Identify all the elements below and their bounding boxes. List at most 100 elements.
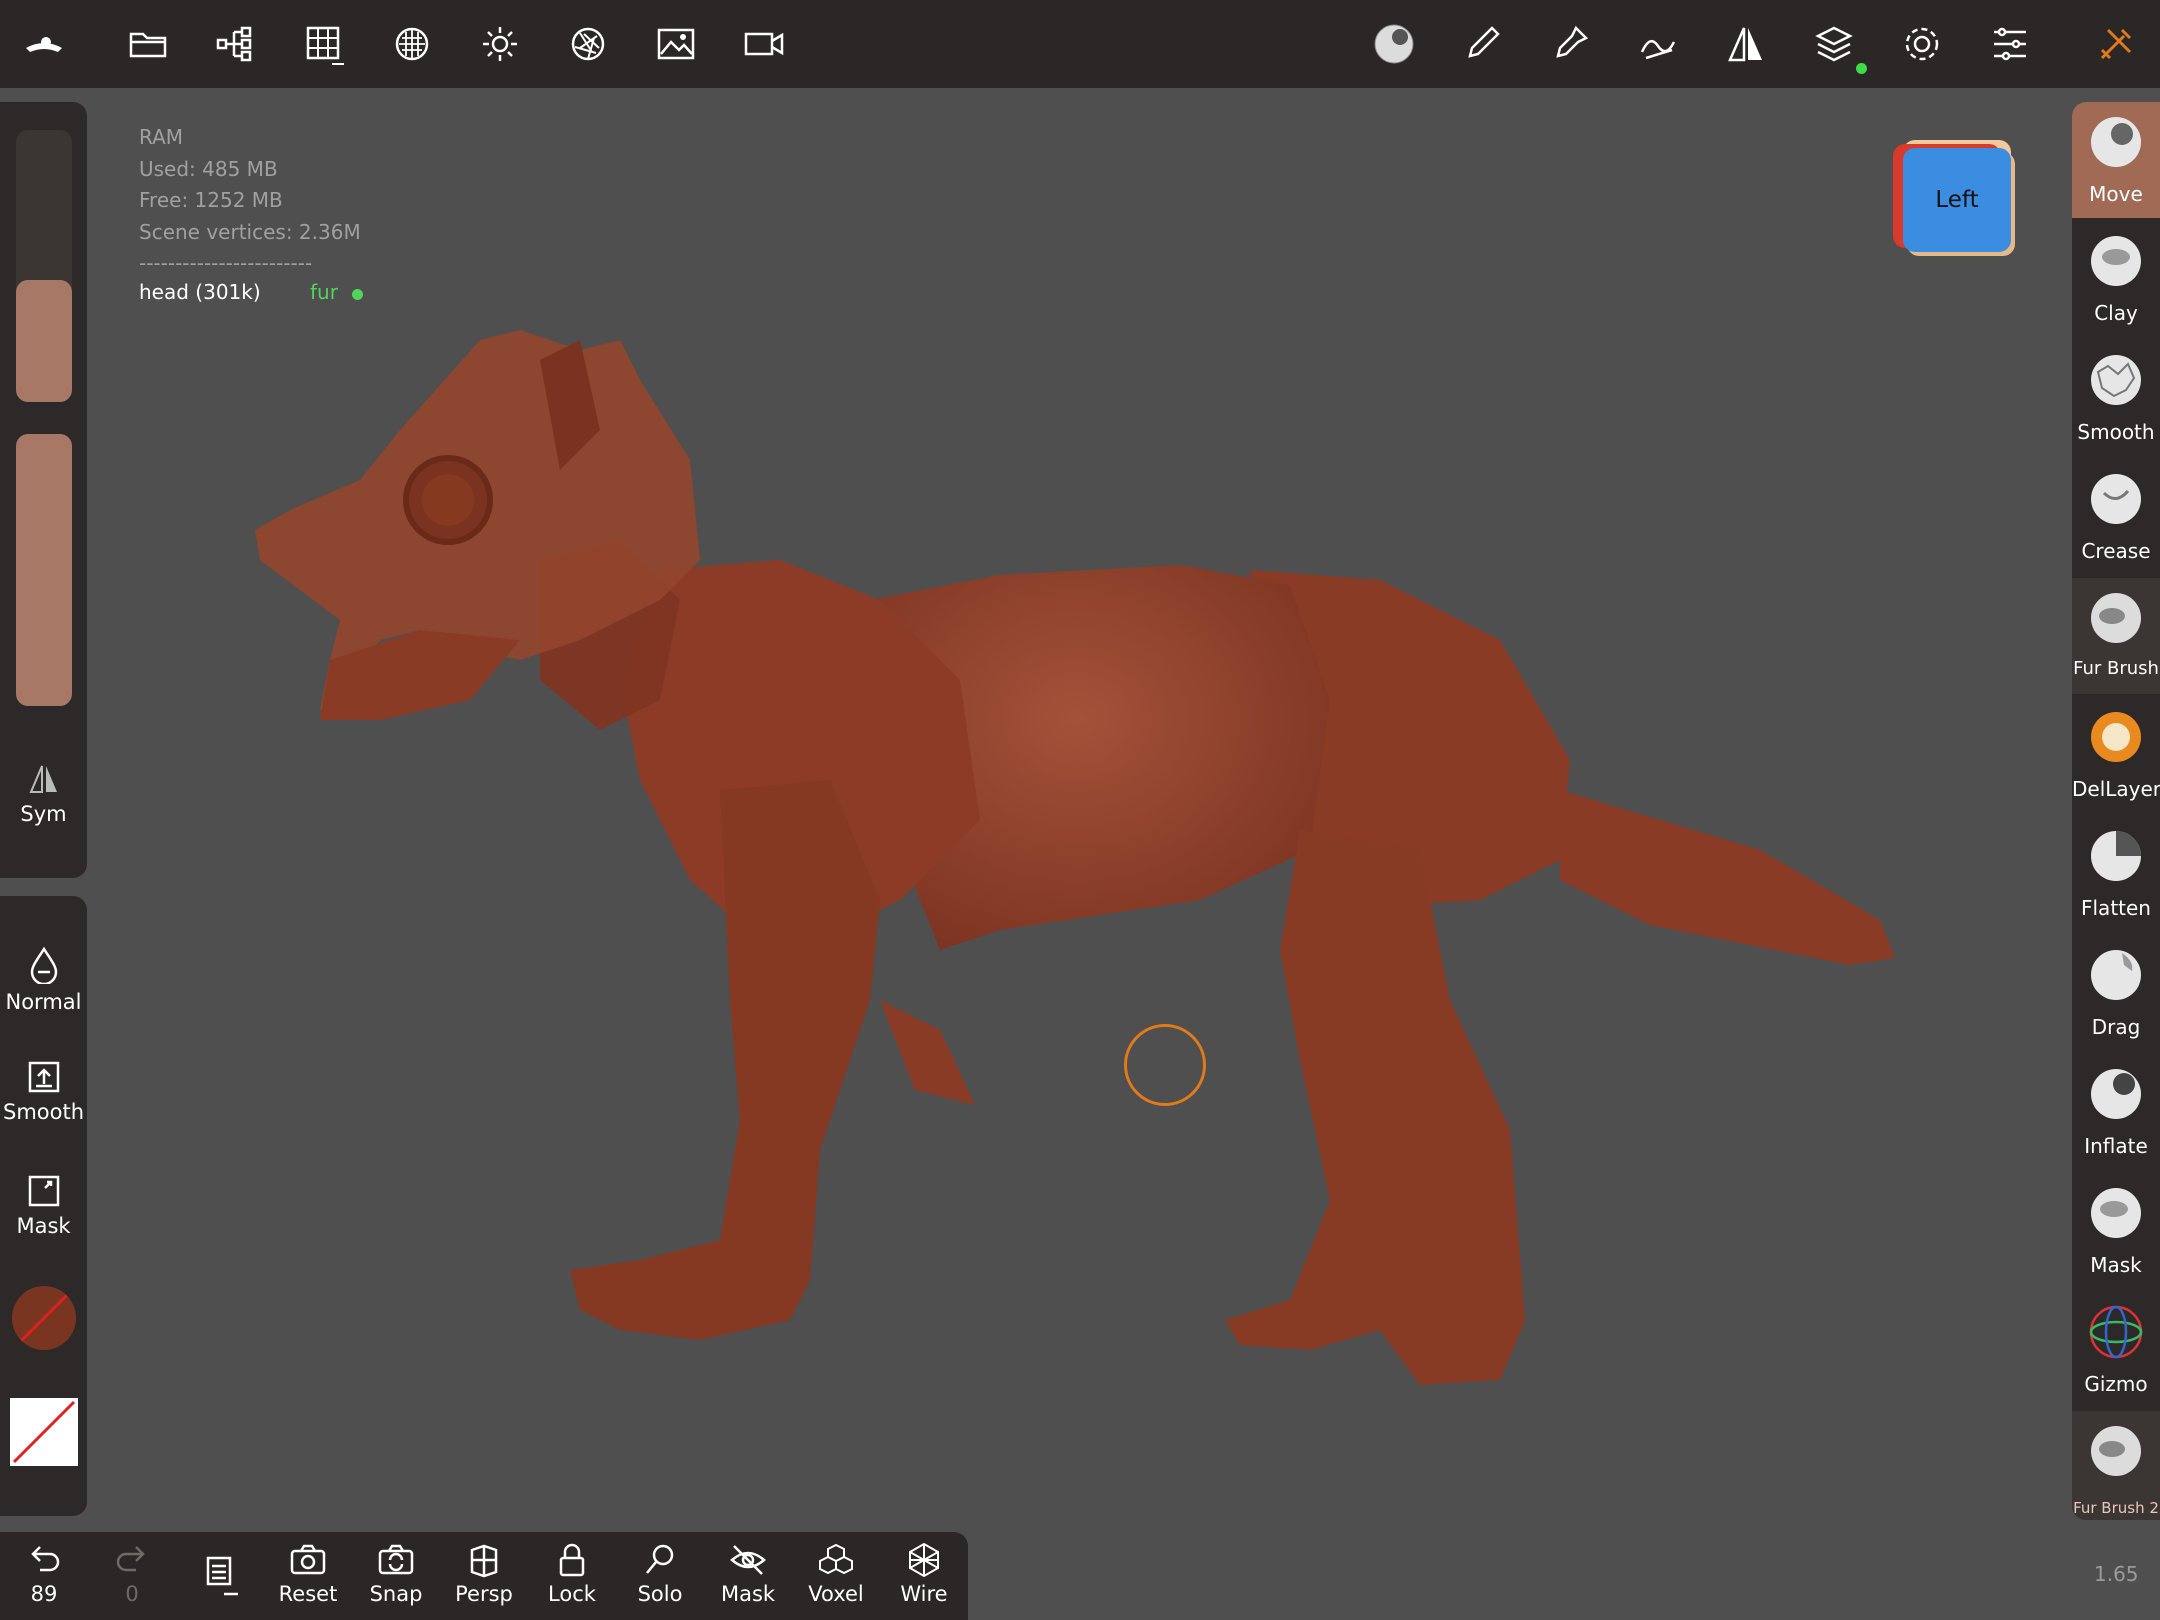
symmetry-icon[interactable] [1720, 18, 1772, 70]
material-sphere-icon[interactable] [1368, 18, 1420, 70]
brush-crease[interactable]: Crease [2072, 459, 2160, 575]
brush-label: Move [2089, 182, 2143, 206]
mask-button[interactable]: Mask [0, 1174, 87, 1238]
top-toolbar [0, 0, 2160, 88]
video-icon[interactable] [738, 18, 790, 70]
tools-icon[interactable] [2090, 18, 2142, 70]
radius-slider-fill [16, 280, 72, 402]
radius-slider[interactable] [16, 130, 72, 402]
brush-inflate[interactable]: Inflate [2072, 1054, 2160, 1170]
wire-label: Wire [900, 1582, 948, 1606]
layers-active-dot-icon [1856, 63, 1867, 74]
lock-button[interactable]: Lock [530, 1542, 614, 1606]
brush-label: Inflate [2084, 1134, 2148, 1158]
topology-icon[interactable] [386, 18, 438, 70]
redo-count: 0 [125, 1582, 139, 1606]
solo-label: Solo [637, 1582, 683, 1606]
wire-button[interactable]: Wire [882, 1542, 966, 1606]
scene-vertices: Scene vertices: 2.36M [139, 219, 361, 244]
layer-active-dot-icon [352, 289, 363, 300]
persp-label: Persp [455, 1582, 513, 1606]
brush-label: Clay [2094, 301, 2138, 325]
brush-label: Fur Brush 2 [2073, 1499, 2159, 1517]
secondary-swatch[interactable] [10, 1398, 78, 1466]
folder-icon[interactable] [122, 18, 174, 70]
image-icon[interactable] [650, 18, 702, 70]
clay-brush-icon [2091, 236, 2141, 286]
brush-toolbar: Move Clay Smooth Crease Fur Brush DelLay… [2072, 102, 2160, 1520]
brush-flatten[interactable]: Flatten [2072, 816, 2160, 932]
stroke-icon[interactable] [1632, 18, 1684, 70]
brush-move[interactable]: Move [2072, 102, 2160, 218]
persp-button[interactable]: Persp [442, 1542, 526, 1606]
voxel-button[interactable]: Voxel [794, 1542, 878, 1606]
left-tools-panel: Normal Smooth Mask [0, 896, 87, 1516]
brush-clay[interactable]: Clay [2072, 221, 2160, 337]
sym-button[interactable]: Sym [0, 762, 87, 826]
brush-label: Crease [2081, 539, 2151, 563]
camera-aperture-icon[interactable] [562, 18, 614, 70]
crease-brush-icon [2091, 474, 2141, 524]
sliders-icon[interactable] [1984, 18, 2036, 70]
layers-icon[interactable] [1808, 18, 1860, 70]
brush-label: Drag [2091, 1015, 2141, 1039]
undo-button[interactable]: 89 [2, 1542, 86, 1606]
intensity-slider[interactable] [16, 434, 72, 706]
brush-cursor [1124, 1024, 1206, 1106]
brush-drag[interactable]: Drag [2072, 935, 2160, 1051]
voxel-label: Voxel [808, 1582, 864, 1606]
redo-button[interactable]: 0 [90, 1542, 174, 1606]
inflate-brush-icon [2091, 1069, 2141, 1119]
stamp-icon[interactable] [1544, 18, 1596, 70]
sym-label: Sym [20, 802, 67, 826]
brush-mask[interactable]: Mask [2072, 1173, 2160, 1289]
smooth-button[interactable]: Smooth [0, 1060, 87, 1124]
zoom-level: 1.65 [2094, 1562, 2139, 1586]
fur-brush-icon [2091, 593, 2141, 643]
move-brush-icon [2091, 117, 2141, 167]
bottom-toolbar: 89 0 Reset Snap Persp Lock Solo Mask Vox… [0, 1532, 968, 1620]
brush-dellayer[interactable]: DelLayer [2072, 697, 2160, 813]
ram-free: Free: 1252 MB [139, 188, 283, 212]
settings-icon[interactable] [1896, 18, 1948, 70]
brush-fur-2[interactable]: Fur Brush 2 [2072, 1411, 2160, 1520]
normal-label: Normal [5, 990, 82, 1014]
intensity-slider-fill [16, 434, 72, 706]
solo-button[interactable]: Solo [618, 1542, 702, 1606]
brush-label: Mask [2090, 1253, 2142, 1277]
brush-smooth[interactable]: Smooth [2072, 340, 2160, 456]
mesh-name[interactable]: head (301k) [139, 280, 261, 304]
layer-name[interactable]: fur [310, 280, 338, 304]
ram-used: Used: 485 MB [139, 156, 278, 181]
view-cube[interactable]: Left [1903, 148, 2011, 252]
normal-button[interactable]: Normal [0, 946, 87, 1014]
reset-button[interactable]: Reset [266, 1542, 350, 1606]
lock-label: Lock [548, 1582, 596, 1606]
mask-label: Mask [16, 1214, 71, 1238]
snap-button[interactable]: Snap [354, 1542, 438, 1606]
flatten-brush-icon [2091, 831, 2141, 881]
notes-button[interactable] [178, 1552, 262, 1604]
brush-gizmo[interactable]: Gizmo [2072, 1292, 2160, 1408]
mask-brush-icon [2091, 1188, 2141, 1238]
nomad-logo-icon[interactable] [18, 18, 70, 70]
light-icon[interactable] [474, 18, 526, 70]
scene-tree-icon[interactable] [210, 18, 262, 70]
left-sliders-panel: Sym [0, 102, 87, 878]
stats-divider: ------------------------ [139, 251, 313, 275]
brush-label: Fur Brush [2073, 658, 2159, 679]
dellayer-brush-icon [2091, 712, 2141, 762]
brush-label: Flatten [2081, 896, 2151, 920]
smooth-label: Smooth [2, 1100, 85, 1124]
paint-brush-icon[interactable] [1456, 18, 1508, 70]
gizmo-icon [2089, 1305, 2143, 1359]
mask-visibility-button[interactable]: Mask [706, 1542, 790, 1606]
brush-label: DelLayer [2072, 777, 2160, 801]
mask-label-bottom: Mask [720, 1582, 776, 1606]
grid-icon[interactable] [298, 18, 350, 70]
view-cube-label: Left [1935, 187, 1979, 213]
reset-label: Reset [278, 1582, 338, 1606]
color-swatch[interactable] [12, 1286, 76, 1350]
brush-fur[interactable]: Fur Brush [2072, 578, 2160, 694]
snap-label: Snap [369, 1582, 423, 1606]
